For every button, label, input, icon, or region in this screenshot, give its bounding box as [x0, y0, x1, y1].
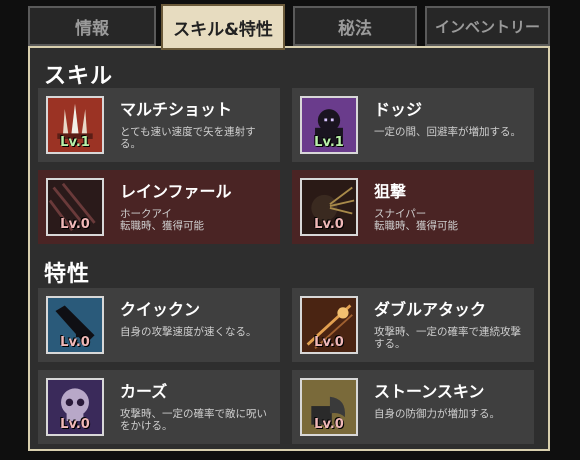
arrows-icon: Lv.1 [46, 96, 104, 154]
tab-info[interactable]: 情報 [28, 6, 156, 46]
skill-card-dodge[interactable]: Lv.1 ドッジ 一定の間、回避率が増加する。 [292, 88, 534, 162]
skill-card-snipe[interactable]: Lv.0 狙撃 スナイパー 転職時、獲得可能 [292, 170, 534, 244]
skills-traits-panel: スキル Lv.1 マルチショット とても速い速度で矢を連射する。 Lv.1 ドッ… [28, 46, 550, 451]
trait-description: 自身の防御力が増加する。 [374, 408, 500, 420]
skill-level-badge: Lv.1 [314, 135, 344, 150]
arrow-rain-icon: Lv.0 [46, 178, 104, 236]
trait-level-badge: Lv.0 [314, 417, 344, 432]
skull-icon: Lv.0 [46, 378, 104, 436]
trait-card-quicken[interactable]: Lv.0 クイックン 自身の攻撃速度が速くなる。 [38, 288, 280, 362]
trait-name: ストーンスキン [374, 382, 485, 401]
skill-description: スナイパー 転職時、獲得可能 [374, 208, 458, 232]
skill-level-badge: Lv.0 [60, 217, 90, 232]
trait-card-stone-skin[interactable]: Lv.0 ストーンスキン 自身の防御力が増加する。 [292, 370, 534, 444]
trait-name: クイックン [120, 300, 201, 319]
skill-card-multishot[interactable]: Lv.1 マルチショット とても速い速度で矢を連射する。 [38, 88, 280, 162]
trait-description: 攻撃時、一定の確率で連続攻撃する。 [374, 326, 521, 350]
trait-card-double-attack[interactable]: Lv.0 ダブルアタック 攻撃時、一定の確率で連続攻撃する。 [292, 288, 534, 362]
trait-level-badge: Lv.0 [60, 417, 90, 432]
skill-name: 狙撃 [374, 182, 407, 201]
trait-level-badge: Lv.0 [60, 335, 90, 350]
skill-description: ホークアイ 転職時、獲得可能 [120, 208, 204, 232]
stone-skin-icon: Lv.0 [300, 378, 358, 436]
skill-name: レインファール [120, 182, 232, 201]
trait-name: ダブルアタック [374, 300, 487, 319]
shadow-figure-icon: Lv.1 [300, 96, 358, 154]
tab-skills-traits[interactable]: スキル&特性 [161, 4, 285, 50]
skill-level-badge: Lv.1 [60, 135, 90, 150]
double-attack-icon: Lv.0 [300, 296, 358, 354]
tab-inventory[interactable]: インベントリー [425, 6, 550, 46]
tab-secret-arts[interactable]: 秘法 [293, 6, 417, 46]
trait-card-curse[interactable]: Lv.0 カーズ 攻撃時、一定の確率で敵に呪いをかける。 [38, 370, 280, 444]
skills-section-title: スキル [44, 64, 114, 89]
snipe-icon: Lv.0 [300, 178, 358, 236]
tab-bar: 情報 スキル&特性 秘法 インベントリー [28, 4, 550, 50]
quicken-icon: Lv.0 [46, 296, 104, 354]
trait-name: カーズ [120, 382, 168, 401]
trait-description: 攻撃時、一定の確率で敵に呪いをかける。 [120, 408, 267, 432]
skill-description: とても速い速度で矢を連射する。 [120, 126, 256, 150]
skill-description: 一定の間、回避率が増加する。 [374, 126, 521, 138]
skill-level-badge: Lv.0 [314, 217, 344, 232]
trait-level-badge: Lv.0 [314, 335, 344, 350]
skill-name: ドッジ [374, 100, 423, 119]
traits-section-title: 特性 [44, 262, 91, 287]
skill-card-rainfall[interactable]: Lv.0 レインファール ホークアイ 転職時、獲得可能 [38, 170, 280, 244]
trait-description: 自身の攻撃速度が速くなる。 [120, 326, 257, 338]
skill-name: マルチショット [120, 100, 233, 119]
